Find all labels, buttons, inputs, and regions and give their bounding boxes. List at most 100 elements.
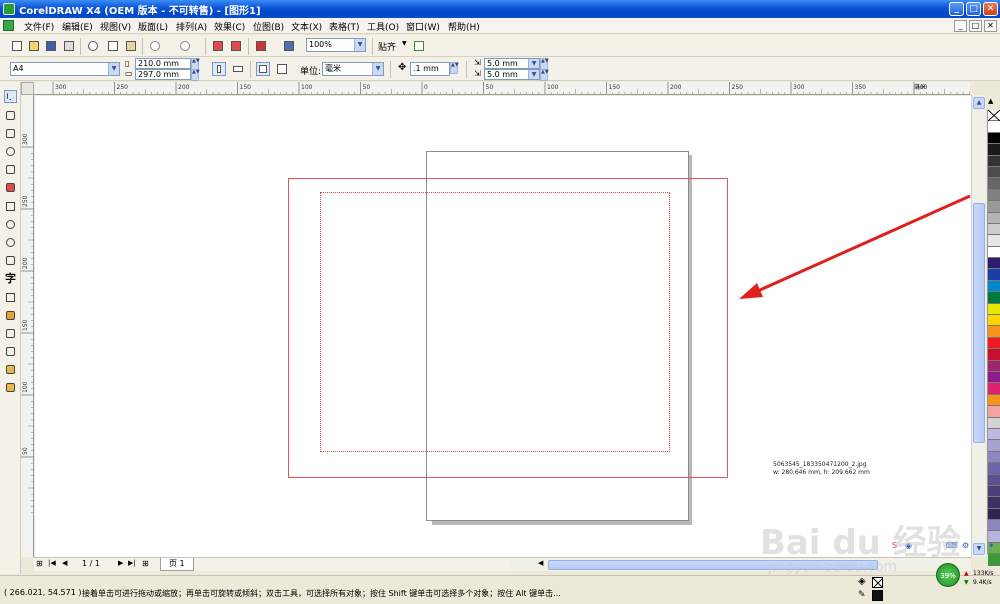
document-icon[interactable] xyxy=(3,20,14,31)
interactive-fill-tool-icon[interactable] xyxy=(4,381,17,394)
height-spinner[interactable]: ▲▼ xyxy=(191,69,200,81)
outline-color-swatch[interactable] xyxy=(872,590,883,601)
vertical-scroll-thumb[interactable] xyxy=(973,203,985,443)
crop-tool-icon[interactable] xyxy=(4,127,17,140)
palette-swatch[interactable] xyxy=(988,280,1000,293)
palette-swatch[interactable] xyxy=(988,212,1000,224)
minimize-button[interactable]: _ xyxy=(949,2,964,16)
scroll-left-icon[interactable]: ◀ xyxy=(538,559,543,567)
horizontal-scrollbar[interactable]: ◀ xyxy=(510,559,940,570)
palette-swatch[interactable] xyxy=(988,440,1000,452)
menu-help[interactable]: 帮助(H) xyxy=(448,20,480,33)
doc-restore-button[interactable]: □ xyxy=(969,20,982,32)
tray-keyboard-icon[interactable]: ⌨ xyxy=(946,541,958,550)
palette-swatch[interactable] xyxy=(988,394,1000,407)
duplicate-x-field[interactable]: 5.0 mm ▼ xyxy=(484,58,540,69)
palette-swatch[interactable] xyxy=(988,417,1000,429)
application-launcher-icon[interactable] xyxy=(254,39,268,53)
menu-arrange[interactable]: 排列(A) xyxy=(176,20,207,33)
no-color-swatch[interactable] xyxy=(988,110,1000,122)
first-page-icon[interactable]: |◀ xyxy=(48,559,56,567)
welcome-screen-icon[interactable] xyxy=(282,39,296,53)
cut-icon[interactable] xyxy=(86,39,100,53)
open-icon[interactable] xyxy=(27,39,41,53)
menu-bitmaps[interactable]: 位图(B) xyxy=(253,20,284,33)
menu-tools[interactable]: 工具(O) xyxy=(367,20,399,33)
palette-swatch[interactable] xyxy=(988,451,1000,464)
outline-tool-icon[interactable] xyxy=(4,345,17,358)
last-page-icon[interactable]: ▶| xyxy=(128,559,136,567)
snap-to-button[interactable]: 贴齐 xyxy=(378,40,396,53)
all-pages-icon[interactable] xyxy=(256,62,270,76)
polygon-tool-icon[interactable] xyxy=(4,236,17,249)
menu-text[interactable]: 文本(X) xyxy=(291,20,322,33)
horizontal-ruler[interactable]: 300 250 200 150 100 50 0 50 100 150 200 250 300 350 40… xyxy=(34,82,970,95)
rectangle-tool-icon[interactable] xyxy=(4,200,17,213)
palette-swatch[interactable] xyxy=(988,497,1000,509)
shape-tool-icon[interactable] xyxy=(4,109,17,122)
network-speed-badge[interactable]: 39% xyxy=(936,563,960,587)
current-page-icon[interactable] xyxy=(275,62,289,76)
vertical-scrollbar[interactable]: ▲ ▼ xyxy=(971,95,986,557)
palette-swatch[interactable] xyxy=(988,223,1000,236)
maximize-button[interactable]: □ xyxy=(966,2,981,16)
coreldraw-app-icon[interactable] xyxy=(3,3,15,15)
duplicate-y-spinner[interactable]: ▲▼ xyxy=(540,69,549,81)
palette-swatch[interactable] xyxy=(988,463,1000,475)
fill-tool-icon[interactable] xyxy=(4,363,17,376)
menu-table[interactable]: 表格(T) xyxy=(329,20,360,33)
palette-swatch[interactable] xyxy=(988,554,1000,566)
landscape-icon[interactable] xyxy=(231,62,245,76)
menu-file[interactable]: 文件(F) xyxy=(24,20,54,33)
import-icon[interactable] xyxy=(211,39,225,53)
palette-swatch[interactable] xyxy=(988,258,1000,270)
paste-icon[interactable] xyxy=(124,39,138,53)
doc-minimize-button[interactable]: _ xyxy=(954,20,967,32)
interactive-blend-tool-icon[interactable] xyxy=(4,309,17,322)
palette-swatch[interactable] xyxy=(988,349,1000,361)
page-width-field[interactable]: 210.0 mm xyxy=(135,58,191,69)
palette-swatch[interactable] xyxy=(988,246,1000,259)
palette-swatch[interactable] xyxy=(988,485,1000,498)
chevron-down-icon[interactable]: ▼ xyxy=(372,63,383,75)
page-tab-1[interactable]: 页 1 xyxy=(160,558,194,571)
palette-swatch[interactable] xyxy=(988,269,1000,281)
nudge-distance-field[interactable]: .1 mm xyxy=(410,62,450,76)
redo-icon[interactable] xyxy=(178,39,192,53)
nudge-spinner[interactable]: ▲▼ xyxy=(450,62,459,74)
add-page-after-icon[interactable]: ⊞ xyxy=(142,559,149,568)
add-page-before-icon[interactable]: ⊞ xyxy=(36,559,43,568)
duplicate-y-field[interactable]: 5.0 mm ▼ xyxy=(484,69,540,80)
portrait-icon[interactable] xyxy=(212,62,226,76)
palette-swatch[interactable] xyxy=(988,178,1000,190)
zoom-level-dropdown[interactable]: 100% ▼ xyxy=(306,38,366,52)
options-icon[interactable] xyxy=(412,39,426,53)
palette-swatch[interactable] xyxy=(988,326,1000,338)
tray-sogou-icon[interactable]: S xyxy=(892,541,897,550)
freehand-tool-icon[interactable] xyxy=(4,163,17,176)
scroll-up-button[interactable]: ▲ xyxy=(973,97,985,109)
ruler-origin[interactable] xyxy=(21,82,34,95)
palette-swatch[interactable] xyxy=(988,406,1000,418)
palette-swatch[interactable] xyxy=(988,508,1000,521)
palette-swatch[interactable] xyxy=(988,371,1000,384)
palette-scroll-up-icon[interactable]: ▲ xyxy=(988,97,993,105)
outline-pen-icon[interactable]: ✎ xyxy=(858,590,866,600)
menu-view[interactable]: 视图(V) xyxy=(100,20,131,33)
palette-swatch[interactable] xyxy=(988,189,1000,202)
close-button[interactable]: ✕ xyxy=(983,2,998,16)
zoom-tool-icon[interactable] xyxy=(4,145,17,158)
menu-effects[interactable]: 效果(C) xyxy=(214,20,245,33)
paper-size-dropdown[interactable]: A4 ▼ xyxy=(10,62,120,76)
table-tool-icon[interactable] xyxy=(4,291,17,304)
palette-swatch[interactable] xyxy=(988,144,1000,156)
palette-swatch[interactable] xyxy=(988,132,1000,145)
text-tool-icon[interactable]: 字 xyxy=(4,272,17,285)
next-page-icon[interactable]: ▶ xyxy=(118,559,123,567)
horizontal-scroll-thumb[interactable] xyxy=(548,560,878,570)
units-dropdown[interactable]: 毫米 ▼ xyxy=(322,62,384,76)
fill-bucket-icon[interactable]: ◈ xyxy=(858,576,866,587)
doc-close-button[interactable]: ✕ xyxy=(984,20,997,32)
palette-swatch[interactable] xyxy=(988,337,1000,350)
basic-shapes-tool-icon[interactable] xyxy=(4,254,17,267)
